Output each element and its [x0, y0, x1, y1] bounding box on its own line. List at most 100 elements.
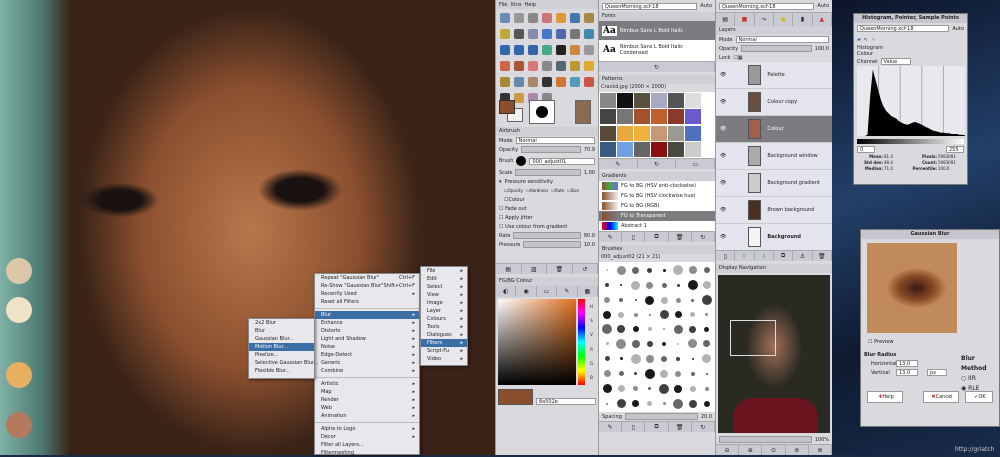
- undo-tab[interactable]: ●: [774, 13, 794, 26]
- brush-swatch[interactable]: [630, 367, 642, 380]
- filters-menu-item[interactable]: Animation ▸: [315, 412, 419, 420]
- filters-menu-item[interactable]: Edge-Detect ▸: [315, 351, 419, 359]
- help-button[interactable]: ✚Help: [867, 391, 903, 403]
- filters-menu-item[interactable]: Recently Used ▸: [315, 290, 419, 298]
- gradient-item[interactable]: Abstract 1: [599, 221, 715, 231]
- zoom-shrink-button[interactable]: ⊛: [809, 445, 833, 455]
- scale-value[interactable]: 1.00: [584, 170, 595, 176]
- filters-menu-item[interactable]: Noise ▸: [315, 343, 419, 351]
- eye-icon[interactable]: 👁: [720, 126, 726, 132]
- layer-row[interactable]: 👁 Brown background: [716, 197, 832, 224]
- expander-icon[interactable]: ▾: [499, 179, 502, 185]
- menu-help[interactable]: Help: [525, 2, 536, 8]
- filters-menu-item[interactable]: Artistic ▸: [315, 380, 419, 388]
- tool-icon[interactable]: [514, 29, 524, 39]
- filters-menu-item[interactable]: Web ▸: [315, 404, 419, 412]
- brush-swatch[interactable]: [658, 367, 670, 380]
- tool-icon[interactable]: [584, 61, 594, 71]
- refresh-brushes-button[interactable]: ↻: [692, 422, 716, 432]
- tool-icon[interactable]: [556, 45, 566, 55]
- filters-menu-item[interactable]: Re-Show "Gaussian Blur" Shift+Ctrl+F: [315, 282, 419, 290]
- brush-swatch[interactable]: [672, 337, 684, 350]
- tool-icon[interactable]: [570, 13, 580, 23]
- tool-icon[interactable]: [570, 77, 580, 87]
- delete-options-button[interactable]: 🗑: [547, 264, 573, 274]
- lower-layer-button[interactable]: ⇩: [755, 251, 774, 261]
- check-opacity[interactable]: ☐Opacity: [504, 188, 523, 193]
- brush-swatch[interactable]: [644, 397, 656, 410]
- brush-swatch[interactable]: [601, 309, 613, 321]
- restore-options-button[interactable]: ▥: [522, 264, 547, 274]
- image-menu-item[interactable]: Colours ▸: [421, 315, 467, 323]
- filters-menu-item[interactable]: Light and Shadow ▸: [315, 335, 419, 343]
- eye-icon[interactable]: 👁: [720, 180, 726, 186]
- anchor-layer-button[interactable]: ⚓: [793, 251, 813, 261]
- brush-swatch[interactable]: [644, 367, 656, 380]
- brush-swatch[interactable]: [644, 264, 656, 277]
- cmyk-selector-tab[interactable]: ▭: [537, 286, 558, 297]
- pattern-swatch[interactable]: [634, 93, 650, 108]
- tool-icon[interactable]: [556, 61, 566, 71]
- tool-icon[interactable]: [542, 61, 552, 71]
- gradient-item[interactable]: FG to BG (RGB): [599, 201, 715, 211]
- layer-row[interactable]: 👁 Background: [716, 224, 832, 251]
- eye-icon[interactable]: 👁: [720, 207, 726, 213]
- histogram-image-select[interactable]: QueenMorning.xcf-18: [857, 25, 950, 32]
- pattern-swatch[interactable]: [651, 93, 667, 108]
- tool-icon[interactable]: [528, 45, 538, 55]
- blur-menu-item[interactable]: Motion Blur...: [249, 343, 314, 351]
- navigation-preview[interactable]: [718, 275, 830, 433]
- brush-swatch[interactable]: [601, 382, 613, 395]
- new-brush-button[interactable]: ▯: [622, 422, 646, 432]
- image-select[interactable]: QueenMorning.xcf-18: [602, 2, 698, 10]
- filters-menu-item[interactable]: Filtermeeting: [315, 449, 419, 457]
- channel-button[interactable]: V: [587, 332, 596, 337]
- brush-swatch[interactable]: [601, 397, 613, 410]
- brush-swatch[interactable]: [630, 337, 642, 350]
- tool-icon[interactable]: [500, 13, 510, 23]
- image-menu-item[interactable]: Dialogues ▸: [421, 331, 467, 339]
- pattern-swatch[interactable]: [685, 93, 701, 108]
- new-gradient-button[interactable]: ▯: [622, 232, 646, 242]
- pressure-slider[interactable]: [523, 241, 581, 248]
- histogram-tab[interactable]: ▰: [857, 37, 861, 43]
- filters-menu-item[interactable]: Blur ▸: [315, 311, 419, 319]
- pattern-swatch[interactable]: [668, 141, 684, 157]
- viewport-rectangle[interactable]: [730, 320, 776, 356]
- brush-swatch[interactable]: [615, 309, 627, 321]
- brush-swatch[interactable]: [687, 337, 699, 350]
- pattern-swatch[interactable]: [634, 109, 650, 125]
- sample-points-tab[interactable]: ⁘: [871, 37, 875, 43]
- wheel-selector-tab[interactable]: ◉: [516, 286, 537, 297]
- brush-swatch[interactable]: [701, 323, 713, 336]
- hex-field[interactable]: 8a502e: [536, 398, 596, 405]
- histogram-auto-button[interactable]: Auto: [952, 26, 964, 32]
- raise-layer-button[interactable]: ⇧: [735, 251, 755, 261]
- image-canvas[interactable]: [0, 0, 495, 455]
- channel-button[interactable]: B: [587, 375, 596, 380]
- tool-icon[interactable]: [556, 77, 566, 87]
- tool-icon[interactable]: [500, 61, 510, 71]
- save-options-button[interactable]: ▤: [496, 264, 522, 274]
- tool-icon[interactable]: [584, 29, 594, 39]
- tool-icon[interactable]: [528, 61, 538, 71]
- image-menu-item[interactable]: Tools ▸: [421, 323, 467, 331]
- image-menu-item[interactable]: Video ▸: [421, 355, 467, 363]
- brush-swatch[interactable]: [601, 264, 613, 277]
- pattern-swatch[interactable]: [600, 109, 616, 125]
- image-menu-item[interactable]: Image ▸: [421, 299, 467, 307]
- font-item[interactable]: Aa Nimbus Sans L Bold Italic: [599, 21, 715, 40]
- pattern-swatch[interactable]: [685, 125, 701, 141]
- pressure-value[interactable]: 10.0: [584, 242, 595, 248]
- delete-gradient-button[interactable]: 🗑: [669, 232, 692, 242]
- brush-swatch[interactable]: [615, 264, 627, 277]
- brush-swatch[interactable]: [601, 279, 613, 292]
- brush-swatch[interactable]: [687, 279, 699, 292]
- eye-icon[interactable]: 👁: [720, 153, 726, 159]
- tool-icon[interactable]: [556, 29, 566, 39]
- edit-pattern-button[interactable]: ✎: [599, 159, 638, 169]
- image-menu-item[interactable]: Layer ▸: [421, 307, 467, 315]
- layer-row[interactable]: 👁 Colour copy: [716, 89, 832, 116]
- blur-menu-item[interactable]: Gaussian Blur...: [249, 335, 314, 343]
- duplicate-gradient-button[interactable]: ⧉: [645, 232, 669, 242]
